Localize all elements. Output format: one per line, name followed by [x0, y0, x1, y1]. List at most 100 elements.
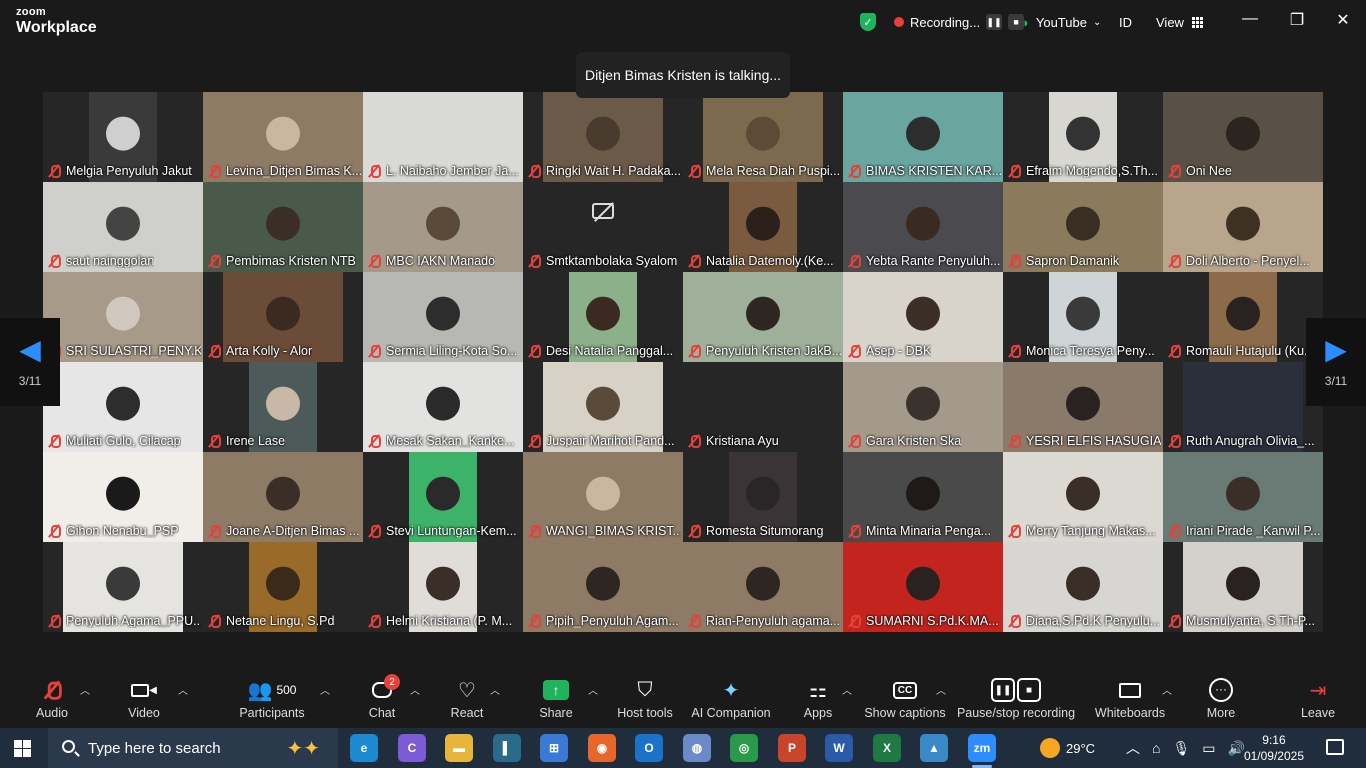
- participant-tile[interactable]: Iriani Pirade _Kanwil P...: [1163, 452, 1323, 542]
- edge-icon[interactable]: e: [350, 734, 378, 762]
- close-icon[interactable]: ✕: [1331, 10, 1355, 30]
- participant-tile[interactable]: SUMARNI S.Pd.K.MA...: [843, 542, 1003, 632]
- participant-tile[interactable]: Musmulyanta, S.Th-P...: [1163, 542, 1323, 632]
- participant-tile[interactable]: Gihon Nenabu_PSP: [43, 452, 203, 542]
- next-page-button[interactable]: ▶ 3/11: [1306, 318, 1366, 406]
- participant-tile[interactable]: BIMAS KRISTEN KAR...: [843, 92, 1003, 182]
- participant-tile[interactable]: saut nainggolan: [43, 182, 203, 272]
- show-captions-button[interactable]: CC Show captions: [864, 676, 946, 720]
- participant-tile[interactable]: Stevi Luntungan-Kem...: [363, 452, 523, 542]
- participant-tile[interactable]: WANGI_BIMAS KRIST...: [523, 452, 683, 542]
- tray-expand-chevron-icon[interactable]: ︿: [1126, 738, 1140, 758]
- participant-tile[interactable]: Monica Teresya Peny...: [1003, 272, 1163, 362]
- participant-tile[interactable]: Diana,S.Pd.K Penyulu...: [1003, 542, 1163, 632]
- participant-tile[interactable]: Yebta Rante Penyuluh...: [843, 182, 1003, 272]
- participant-tile[interactable]: Netane Lingu, S.Pd: [203, 542, 363, 632]
- livestream-status[interactable]: ◗ YouTube ⌄: [1022, 0, 1101, 44]
- chat-options-caret-icon[interactable]: ︿: [410, 682, 420, 697]
- participant-tile[interactable]: Arta Kolly - Alor: [203, 272, 363, 362]
- meet-now-icon[interactable]: ⌂: [1152, 740, 1160, 756]
- participant-tile[interactable]: YESRI ELFIS HASUGIA...: [1003, 362, 1163, 452]
- participant-tile[interactable]: SRI SULASTRI_PENY.K...: [43, 272, 203, 362]
- meeting-id-button[interactable]: ID: [1119, 0, 1132, 44]
- participant-tile[interactable]: Penyuluh Kristen JakB...: [683, 272, 843, 362]
- participants-options-caret-icon[interactable]: ︿: [320, 682, 330, 697]
- participant-tile[interactable]: Levina_Ditjen Bimas K...: [203, 92, 363, 182]
- participant-tile[interactable]: Romauli Hutajulu (Ku...: [1163, 272, 1323, 362]
- participant-tile[interactable]: Asep - DBK: [843, 272, 1003, 362]
- powerpoint-icon[interactable]: P: [778, 734, 806, 762]
- chat-button[interactable]: 2 Chat: [366, 674, 400, 720]
- minimize-icon[interactable]: —: [1238, 10, 1262, 28]
- participant-tile[interactable]: Romesta Situmorang: [683, 452, 843, 542]
- video-button[interactable]: ◀ Video: [126, 676, 162, 720]
- participant-tile[interactable]: Desi Natalia Panggal...: [523, 272, 683, 362]
- participant-tile[interactable]: L. Naibaho Jember Ja...: [363, 92, 523, 182]
- apps-button[interactable]: ⚏ Apps: [800, 676, 836, 721]
- chrome-icon[interactable]: ◎: [730, 734, 758, 762]
- participant-tile[interactable]: Muliati Gulo, Cilacap: [43, 362, 203, 452]
- share-button[interactable]: ↑ Share: [538, 676, 574, 720]
- participant-tile[interactable]: Mesak Sakan_Kanke...: [363, 362, 523, 452]
- file-explorer-icon[interactable]: ▬: [445, 734, 473, 762]
- more-button[interactable]: ··· More: [1204, 676, 1238, 720]
- encryption-shield-icon[interactable]: ✓: [860, 13, 876, 31]
- leave-button[interactable]: ⇥ Leave: [1300, 676, 1336, 721]
- copilot-icon[interactable]: C: [398, 734, 426, 762]
- participant-tile[interactable]: Pembimas Kristen NTB: [203, 182, 363, 272]
- host-tools-button[interactable]: ⛉ Host tools: [616, 676, 674, 721]
- zoom-icon[interactable]: zm: [968, 734, 996, 768]
- taskbar-search-box[interactable]: Type here to search ✦✦: [48, 728, 338, 768]
- participant-tile[interactable]: Doli Alberto - Penyel...: [1163, 182, 1323, 272]
- microphone-icon[interactable]: 🎙: [1172, 740, 1190, 757]
- participant-tile[interactable]: Sapron Damanik: [1003, 182, 1163, 272]
- outlook-icon[interactable]: O: [635, 734, 663, 762]
- notification-center-icon[interactable]: [1326, 739, 1344, 755]
- participant-tile[interactable]: Pipih_Penyuluh Agam...: [523, 542, 683, 632]
- word-icon[interactable]: W: [825, 734, 853, 762]
- pause-stop-recording-button[interactable]: ❚❚ ■ Pause/stop recording: [957, 676, 1075, 720]
- participant-tile[interactable]: Penyuluh Agama_PPU...: [43, 542, 203, 632]
- participants-button[interactable]: 👥 500 Participants: [239, 676, 304, 721]
- audio-button[interactable]: Audio: [34, 676, 70, 720]
- participant-tile[interactable]: Minta Minaria Penga...: [843, 452, 1003, 542]
- audio-options-caret-icon[interactable]: ︿: [80, 682, 90, 697]
- participant-tile[interactable]: Rian-Penyuluh agama...: [683, 542, 843, 632]
- participant-tile[interactable]: Juspair Marihot Pand...: [523, 362, 683, 452]
- volume-icon[interactable]: 🔊: [1227, 740, 1244, 757]
- participant-tile[interactable]: Merry Tanjung Makas...: [1003, 452, 1163, 542]
- participant-tile[interactable]: Oni Nee: [1163, 92, 1323, 182]
- participant-tile[interactable]: Melgia Penyuluh Jakut: [43, 92, 203, 182]
- store-icon[interactable]: ⊞: [540, 734, 568, 762]
- whiteboards-options-caret-icon[interactable]: ︿: [1162, 682, 1172, 697]
- firefox-icon[interactable]: ◉: [588, 734, 616, 762]
- browser-icon[interactable]: ◍: [683, 734, 711, 762]
- react-button[interactable]: ♡ React: [448, 676, 486, 721]
- participant-tile[interactable]: Helmi Kristiana (P. M...: [363, 542, 523, 632]
- network-icon[interactable]: ▭: [1202, 740, 1215, 757]
- participant-tile[interactable]: Irene Lase: [203, 362, 363, 452]
- video-options-caret-icon[interactable]: ︿: [178, 682, 188, 697]
- view-button[interactable]: View: [1156, 0, 1203, 44]
- excel-icon[interactable]: X: [873, 734, 901, 762]
- share-options-caret-icon[interactable]: ︿: [588, 682, 598, 697]
- participant-tile[interactable]: Mela Resa Diah Puspi...: [683, 92, 843, 182]
- participant-tile[interactable]: Ringki Wait H. Padaka...: [523, 92, 683, 182]
- terminal-icon[interactable]: ▌: [493, 734, 521, 762]
- participant-tile[interactable]: Kristiana Ayu: [683, 362, 843, 452]
- previous-page-button[interactable]: ◀ 3/11: [0, 318, 60, 406]
- pause-recording-icon[interactable]: ❚❚: [986, 14, 1003, 30]
- ai-companion-button[interactable]: ✦ AI Companion: [691, 676, 770, 721]
- participant-tile[interactable]: Joane A-Ditjen Bimas ...: [203, 452, 363, 542]
- weather-widget[interactable]: 29°C: [1040, 728, 1095, 768]
- participant-tile[interactable]: Gara Kristen Ska: [843, 362, 1003, 452]
- captions-options-caret-icon[interactable]: ︿: [936, 682, 946, 697]
- participant-tile[interactable]: Ruth Anugrah Olivia_...: [1163, 362, 1323, 452]
- react-options-caret-icon[interactable]: ︿: [490, 682, 500, 697]
- photos-icon[interactable]: ▲: [920, 734, 948, 762]
- participant-tile[interactable]: MBC IAKN Manado: [363, 182, 523, 272]
- whiteboards-button[interactable]: Whiteboards: [1094, 676, 1166, 720]
- participant-tile[interactable]: Natalia Datemoly.(Ke...: [683, 182, 843, 272]
- participant-tile[interactable]: Efraim Mogendo,S.Th...: [1003, 92, 1163, 182]
- participant-tile[interactable]: Smtktambolaka Syalom: [523, 182, 683, 272]
